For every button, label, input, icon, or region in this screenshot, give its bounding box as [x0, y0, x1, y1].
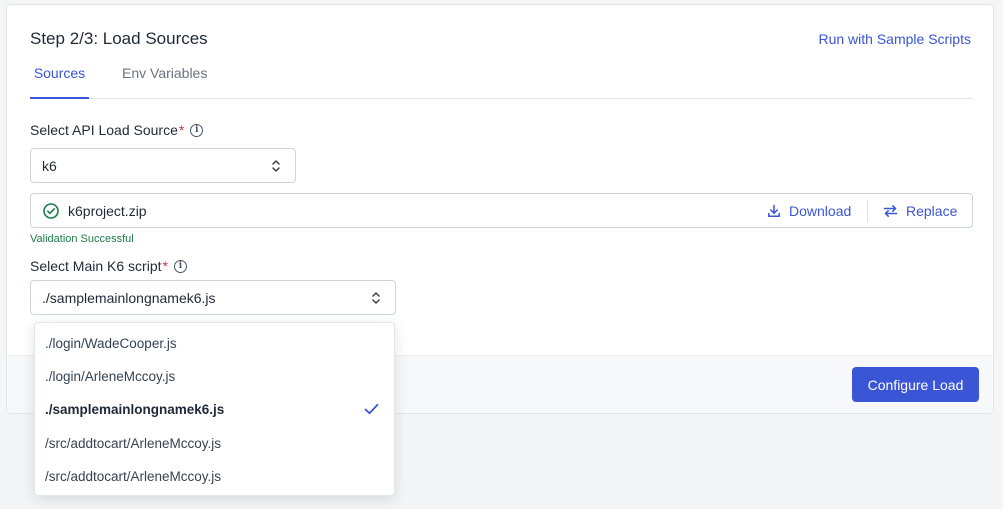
run-with-sample-scripts-link[interactable]: Run with Sample Scripts	[818, 31, 971, 47]
download-button[interactable]: Download	[767, 203, 851, 219]
download-icon	[768, 204, 780, 217]
required-mark: *	[178, 122, 185, 138]
download-label: Download	[789, 203, 852, 219]
dropdown-option-selected[interactable]: ./samplemainlongnamek6.js	[35, 393, 394, 426]
action-divider	[867, 200, 868, 222]
replace-label: Replace	[906, 203, 958, 219]
check-circle-icon	[43, 203, 59, 219]
main-script-value: ./samplemainlongnamek6.js	[42, 289, 216, 306]
chevron-up-down-icon	[372, 291, 380, 304]
required-mark: *	[162, 258, 168, 274]
tab-sources[interactable]: Sources	[30, 59, 89, 99]
main-script-label-row: Select Main K6 script * i	[30, 258, 187, 274]
option-label: ./samplemainlongnamek6.js	[45, 402, 225, 417]
validation-message: Validation Successful	[30, 233, 134, 245]
main-script-dropdown: ./login/WadeCooper.js ./login/ArleneMcco…	[34, 322, 395, 496]
info-icon[interactable]: i	[173, 259, 187, 273]
dropdown-option[interactable]: ./login/ArleneMccoy.js	[35, 360, 394, 393]
tab-env-variables[interactable]: Env Variables	[122, 59, 207, 99]
main-script-select[interactable]: ./samplemainlongnamek6.js	[30, 280, 396, 315]
page-title: Step 2/3: Load Sources	[30, 29, 208, 48]
configure-load-button[interactable]: Configure Load	[852, 367, 979, 402]
main-script-label: Select Main K6 script	[30, 258, 162, 274]
option-label: /src/addtocart/ArleneMccoy.js	[45, 436, 222, 451]
info-icon[interactable]: i	[190, 123, 204, 137]
file-name: k6project.zip	[68, 203, 147, 219]
replace-button[interactable]: Replace	[883, 203, 957, 219]
check-icon	[364, 403, 379, 415]
load-source-select[interactable]: k6	[30, 148, 296, 183]
load-source-label-row: Select API Load Source * i	[30, 122, 204, 138]
load-source-label: Select API Load Source	[30, 122, 178, 138]
uploaded-file-row: k6project.zip Download Replace	[30, 193, 973, 228]
option-label: ./login/ArleneMccoy.js	[45, 369, 176, 384]
tab-bar: Sources Env Variables	[30, 59, 973, 99]
dropdown-option[interactable]: /src/addtocart/ArleneMccoy.js	[35, 427, 394, 460]
dropdown-option[interactable]: ./login/WadeCooper.js	[35, 327, 394, 360]
option-label: /src/addtocart/ArleneMccoy.js	[45, 469, 222, 484]
load-source-value: k6	[42, 157, 57, 174]
chevron-up-down-icon	[272, 159, 280, 172]
option-label: ./login/WadeCooper.js	[45, 336, 177, 351]
swap-arrows-icon	[883, 205, 898, 217]
dropdown-option[interactable]: /src/addtocart/ArleneMccoy.js	[35, 460, 394, 493]
